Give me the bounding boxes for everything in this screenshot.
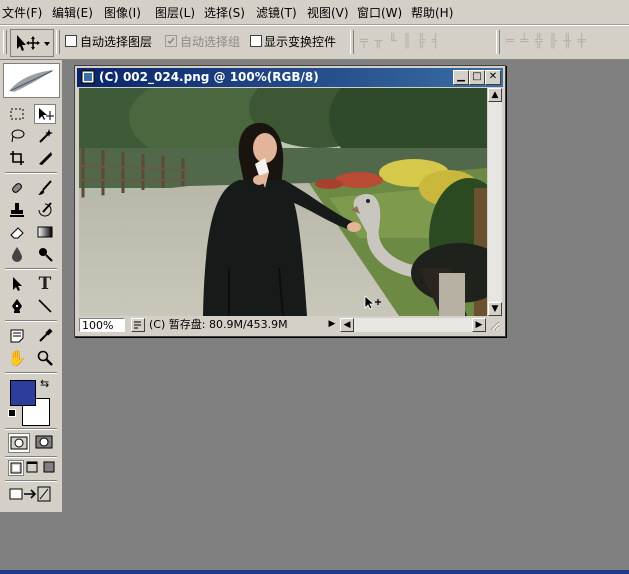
status-info-button[interactable]: [131, 318, 145, 332]
taskbar-strip: [0, 570, 629, 574]
document-titlebar[interactable]: (C) 002_024.png @ 100%(RGB/8) ▁ □ ✕: [77, 68, 503, 87]
scroll-up-button[interactable]: ▲: [488, 88, 502, 102]
menu-filter[interactable]: 滤镜(T): [256, 4, 297, 21]
toolbox-separator: [5, 172, 57, 174]
scratch-disk-info: (C) 暂存盘: 80.9M/453.9M: [147, 318, 325, 332]
options-grip[interactable]: [3, 30, 7, 54]
scroll-down-button[interactable]: ▼: [488, 302, 502, 316]
document-title: (C) 002_024.png @ 100%(RGB/8): [99, 70, 319, 84]
image-canvas[interactable]: [79, 88, 487, 316]
menu-window[interactable]: 窗口(W): [357, 4, 402, 21]
brush-tool-icon[interactable]: [34, 178, 56, 198]
auto-select-layer-label: 自动选择图层: [80, 35, 153, 49]
history-brush-tool-icon[interactable]: [34, 200, 56, 220]
checkmark-icon: [167, 37, 175, 45]
document-status-bar: 100% (C) 暂存盘: 80.9M/453.9M ▶ ◀ ▶: [77, 317, 503, 334]
swap-colors-icon[interactable]: ⇆: [40, 377, 49, 390]
slice-tool-icon[interactable]: [34, 148, 56, 168]
scroll-right-button[interactable]: ▶: [472, 318, 486, 332]
zoom-field[interactable]: 100%: [79, 318, 125, 332]
type-tool-icon[interactable]: T: [34, 274, 56, 294]
eraser-tool-icon[interactable]: [6, 222, 28, 242]
toolbox-separator: [5, 372, 57, 374]
vertical-scrollbar[interactable]: ▲ ▼: [488, 88, 502, 316]
marquee-tool-icon[interactable]: [6, 104, 28, 124]
photo-woman-feeding-ostrich: [79, 88, 487, 316]
dodge-tool-icon[interactable]: [34, 244, 56, 264]
minimize-button[interactable]: ▁: [453, 70, 469, 85]
move-tool-icon: [17, 35, 50, 51]
hand-tool-icon[interactable]: ✋: [6, 348, 28, 368]
quick-mask-mode-icon[interactable]: [34, 433, 54, 451]
magic-wand-tool-icon[interactable]: [34, 126, 56, 146]
status-menu-arrow-icon[interactable]: ▶: [325, 318, 339, 332]
lasso-tool-icon[interactable]: [6, 126, 28, 146]
pen-tool-icon[interactable]: [6, 296, 28, 316]
standard-mode-icon[interactable]: [8, 433, 30, 453]
options-bar: 自动选择图层 自动选择组 显示变换控件 ╤ ╥ ╙ ║ ╠ ╡ ═ ╧ ╬ ╟ …: [0, 25, 629, 60]
menu-edit[interactable]: 编辑(E): [52, 4, 93, 21]
eyedropper-tool-icon[interactable]: [34, 326, 56, 346]
options-separator: [350, 30, 354, 54]
auto-select-group-label: 自动选择组: [180, 35, 241, 49]
clone-stamp-tool-icon[interactable]: [6, 200, 28, 220]
toolbox-separator: [5, 428, 57, 430]
screen-mode-full-icon[interactable]: [42, 460, 56, 474]
screen-mode-full-menu-icon[interactable]: [25, 460, 39, 474]
distribute-buttons-group[interactable]: ═ ╧ ╬ ╟ ╫ ╪: [506, 34, 587, 49]
document-window[interactable]: (C) 002_024.png @ 100%(RGB/8) ▁ □ ✕ ▲ ▼ …: [74, 65, 506, 337]
auto-select-layer-checkbox[interactable]: [65, 35, 77, 47]
path-selection-tool-icon[interactable]: [6, 274, 28, 294]
toolbox: T ✋ ⇆: [0, 60, 63, 513]
chevron-down-icon: [44, 42, 50, 46]
move-tool-icon[interactable]: [34, 104, 56, 124]
crop-tool-icon[interactable]: [6, 148, 28, 168]
align-buttons-group[interactable]: ╤ ╥ ╙ ║ ╠ ╡: [360, 34, 441, 49]
feather-icon: [9, 70, 54, 92]
resize-grip-icon[interactable]: [488, 319, 500, 331]
jump-to-imageready-icon[interactable]: [8, 485, 54, 503]
menu-bar: 文件(F) 编辑(E) 图像(I) 图层(L) 选择(S) 滤镜(T) 视图(V…: [0, 0, 629, 25]
tool-preset-picker[interactable]: [10, 29, 54, 57]
menu-image[interactable]: 图像(I): [104, 4, 141, 21]
options-separator: [56, 30, 60, 54]
scroll-left-button[interactable]: ◀: [340, 318, 354, 332]
horizontal-scrollbar[interactable]: [354, 318, 482, 332]
foreground-color-swatch[interactable]: [10, 380, 36, 406]
document-icon: [81, 70, 95, 84]
show-transform-controls-label: 显示变换控件: [264, 35, 337, 49]
maximize-button[interactable]: □: [469, 70, 485, 85]
healing-brush-tool-icon[interactable]: [6, 178, 28, 198]
menu-select[interactable]: 选择(S): [204, 4, 245, 21]
toolbox-separator: [5, 456, 57, 458]
options-separator: [496, 30, 500, 54]
toolbox-separator: [5, 480, 57, 482]
menu-help[interactable]: 帮助(H): [411, 4, 453, 21]
toolbox-separator: [5, 268, 57, 270]
menu-file[interactable]: 文件(F): [2, 4, 42, 21]
blur-tool-icon[interactable]: [6, 244, 28, 264]
toolbox-separator: [5, 320, 57, 322]
show-transform-controls-checkbox[interactable]: [250, 35, 262, 47]
auto-select-group-checkbox[interactable]: [165, 35, 177, 47]
default-colors-icon[interactable]: [8, 409, 16, 417]
menu-layer[interactable]: 图层(L): [155, 4, 195, 21]
zoom-tool-icon[interactable]: [34, 348, 56, 368]
gradient-tool-icon[interactable]: [34, 222, 56, 242]
line-tool-icon[interactable]: [34, 296, 56, 316]
close-button[interactable]: ✕: [485, 70, 501, 85]
toolbox-header-logo[interactable]: [3, 63, 60, 98]
notes-tool-icon[interactable]: [6, 326, 28, 346]
screen-mode-standard-icon[interactable]: [8, 460, 24, 476]
menu-view[interactable]: 视图(V): [307, 4, 349, 21]
